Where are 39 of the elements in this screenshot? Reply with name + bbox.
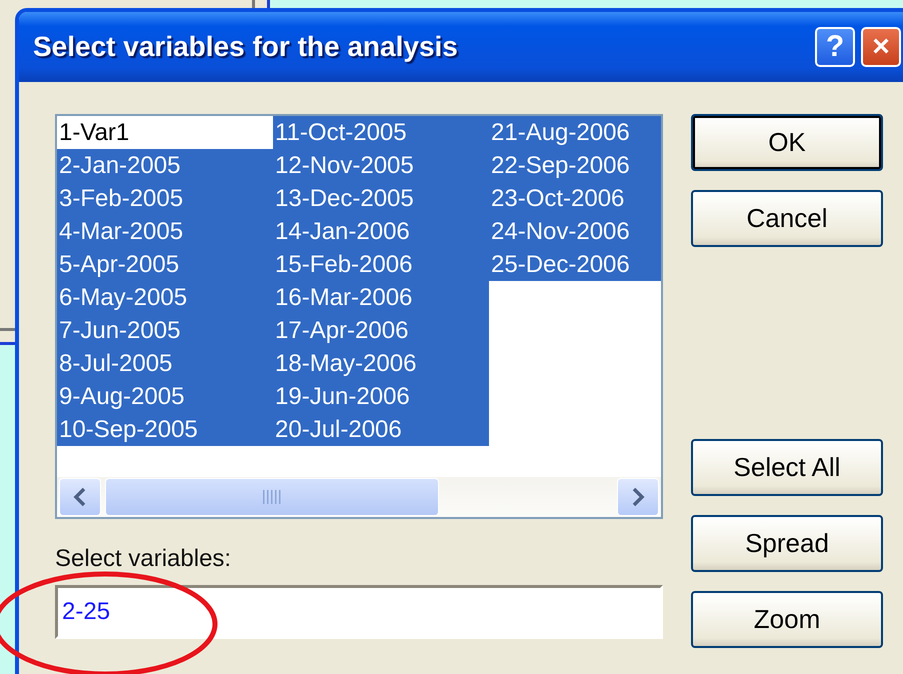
list-item[interactable]: 11-Oct-2005 bbox=[273, 116, 489, 149]
horizontal-scrollbar[interactable] bbox=[57, 477, 661, 517]
list-item[interactable]: 21-Aug-2006 bbox=[489, 116, 661, 149]
list-item[interactable]: 2-Jan-2005 bbox=[57, 149, 273, 182]
dialog-button[interactable]: Zoom bbox=[691, 591, 883, 648]
scroll-left-button[interactable] bbox=[59, 478, 101, 516]
window-title: Select variables for the analysis bbox=[33, 31, 459, 63]
list-item[interactable]: 8-Jul-2005 bbox=[57, 347, 273, 380]
list-item[interactable]: 18-May-2006 bbox=[273, 347, 489, 380]
list-item[interactable]: 22-Sep-2006 bbox=[489, 149, 661, 182]
list-item[interactable]: 15-Feb-2006 bbox=[273, 248, 489, 281]
list-item[interactable]: 6-May-2005 bbox=[57, 281, 273, 314]
list-item[interactable]: 20-Jul-2006 bbox=[273, 413, 489, 446]
list-item[interactable]: 14-Jan-2006 bbox=[273, 215, 489, 248]
grip-icon bbox=[263, 490, 281, 504]
list-item[interactable]: 24-Nov-2006 bbox=[489, 215, 661, 248]
list-item[interactable]: 12-Nov-2005 bbox=[273, 149, 489, 182]
dialog-button[interactable]: OK bbox=[691, 114, 883, 171]
list-item[interactable]: 9-Aug-2005 bbox=[57, 380, 273, 413]
list-item[interactable]: 17-Apr-2006 bbox=[273, 314, 489, 347]
close-button[interactable]: × bbox=[861, 27, 901, 67]
list-item[interactable]: 5-Apr-2005 bbox=[57, 248, 273, 281]
list-item[interactable]: 4-Mar-2005 bbox=[57, 215, 273, 248]
list-item[interactable]: 3-Feb-2005 bbox=[57, 182, 273, 215]
scroll-thumb[interactable] bbox=[105, 478, 439, 516]
list-item[interactable]: 10-Sep-2005 bbox=[57, 413, 273, 446]
list-item[interactable]: 13-Dec-2005 bbox=[273, 182, 489, 215]
list-item[interactable]: 23-Oct-2006 bbox=[489, 182, 661, 215]
help-button[interactable]: ? bbox=[815, 27, 855, 67]
list-item[interactable]: 7-Jun-2005 bbox=[57, 314, 273, 347]
list-item[interactable]: 25-Dec-2006 bbox=[489, 248, 661, 281]
list-item[interactable]: 16-Mar-2006 bbox=[273, 281, 489, 314]
field-label: Select variables: bbox=[55, 545, 232, 573]
scroll-right-button[interactable] bbox=[617, 478, 659, 516]
dialog-button[interactable]: Select All bbox=[691, 439, 883, 496]
list-item[interactable]: 19-Jun-2006 bbox=[273, 380, 489, 413]
dialog-button[interactable]: Cancel bbox=[691, 190, 883, 247]
dialog-button[interactable]: Spread bbox=[691, 515, 883, 572]
select-variables-field[interactable]: 2-25 bbox=[55, 585, 663, 639]
